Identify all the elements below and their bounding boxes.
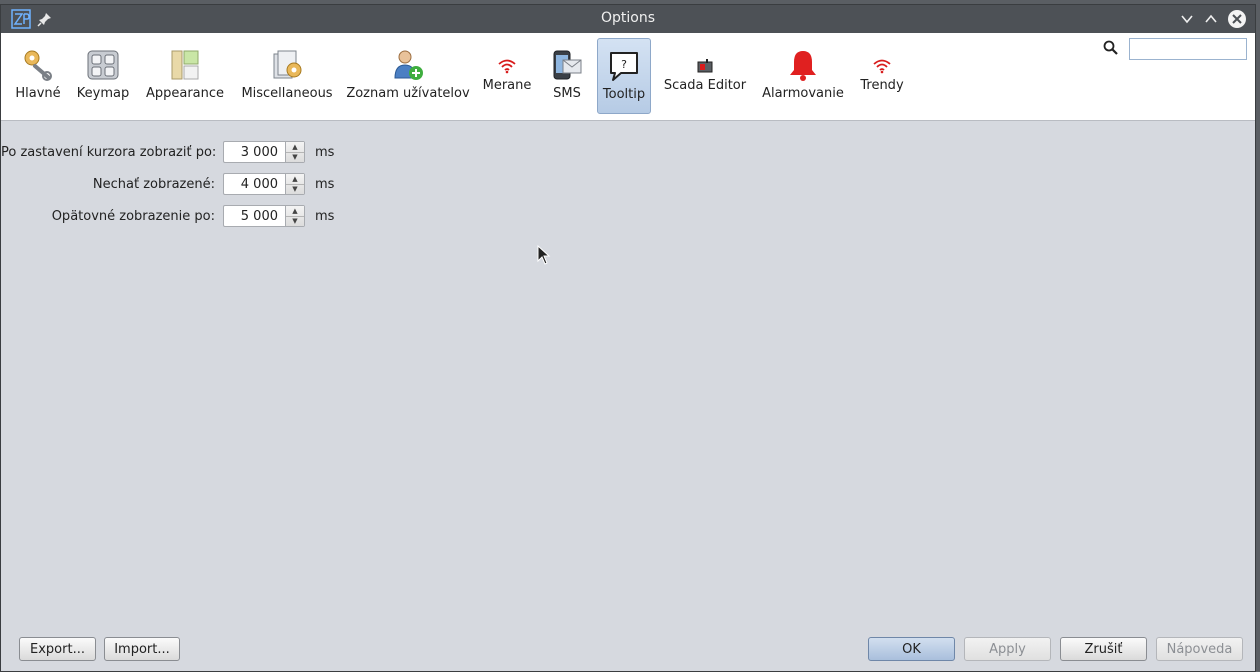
add-user-icon — [394, 50, 423, 80]
category-merane[interactable]: Merane — [479, 38, 535, 114]
import-button[interactable]: Import... — [104, 637, 180, 661]
options-window: Options Hlavné Keymap Appearance Miscell… — [0, 4, 1256, 672]
chevron-down-icon — [1181, 15, 1193, 24]
spinner-down-button[interactable]: ▼ — [286, 184, 304, 194]
wrench-gear-icon — [24, 50, 52, 81]
maximize-button[interactable] — [1201, 9, 1221, 29]
cancel-button[interactable]: Zrušiť — [1060, 637, 1147, 661]
category-scada-editor[interactable]: Scada Editor — [661, 38, 749, 114]
unit-label: ms — [315, 177, 335, 192]
close-icon — [1228, 10, 1246, 28]
category-hlavne[interactable]: Hlavné — [11, 38, 65, 114]
window-title: Options — [600, 10, 656, 26]
dismiss-delay-value[interactable]: 4 000 — [224, 177, 284, 192]
mouse-cursor-icon — [537, 244, 551, 269]
unit-label: ms — [315, 209, 335, 224]
category-sms[interactable]: SMS — [545, 38, 589, 114]
minimize-button[interactable] — [1177, 9, 1197, 29]
apply-button[interactable]: Apply — [964, 637, 1051, 661]
category-toolbar: Hlavné Keymap Appearance Miscellaneous Z… — [1, 33, 1255, 121]
category-tooltip[interactable]: ? Tooltip — [597, 38, 651, 114]
wifi-signal-icon — [873, 59, 891, 74]
chevron-up-icon — [1205, 14, 1217, 23]
dismiss-delay-label: Nechať zobrazené: — [92, 177, 215, 192]
title-bar[interactable]: Options — [1, 5, 1255, 33]
ok-button[interactable]: OK — [868, 637, 955, 661]
tooltip-reshow-delay-row: Opätovné zobrazenie po: 5 000 ▲ ▼ ms — [1, 205, 401, 229]
category-miscellaneous[interactable]: Miscellaneous — [238, 38, 336, 114]
reshow-delay-spinner[interactable]: 5 000 ▲ ▼ — [223, 205, 305, 227]
unit-label: ms — [315, 145, 335, 160]
export-button[interactable]: Export... — [19, 637, 96, 661]
dismiss-delay-spinner[interactable]: 4 000 ▲ ▼ — [223, 173, 305, 195]
category-trendy[interactable]: Trendy — [855, 38, 909, 114]
wifi-signal-icon — [498, 59, 516, 74]
search-icon — [1103, 40, 1119, 56]
category-appearance[interactable]: Appearance — [142, 38, 228, 114]
reshow-delay-value[interactable]: 5 000 — [224, 209, 284, 224]
close-button[interactable] — [1227, 9, 1247, 29]
initial-delay-spinner[interactable]: 3 000 ▲ ▼ — [223, 141, 305, 163]
keyboard-icon — [87, 50, 119, 80]
tooltip-settings-panel: Po zastavení kurzora zobraziť po: 3 000 … — [1, 121, 1255, 635]
initial-delay-value[interactable]: 3 000 — [224, 145, 284, 160]
category-alarmovanie[interactable]: Alarmovanie — [760, 38, 846, 114]
reshow-delay-label: Opätovné zobrazenie po: — [51, 209, 215, 224]
speech-bubble-help-icon: ? — [610, 52, 638, 81]
tooltip-initial-delay-row: Po zastavení kurzora zobraziť po: 3 000 … — [1, 141, 401, 165]
category-keymap[interactable]: Keymap — [73, 38, 133, 114]
alarm-bell-icon — [790, 51, 816, 81]
scada-editor-icon — [697, 59, 713, 73]
initial-delay-label: Po zastavení kurzora zobraziť po: — [1, 145, 217, 160]
spinner-down-button[interactable]: ▼ — [286, 152, 304, 162]
search-input[interactable] — [1129, 38, 1247, 60]
phone-message-icon — [553, 50, 582, 80]
misc-documents-icon — [273, 50, 302, 79]
svg-text:?: ? — [621, 58, 627, 71]
layout-panels-icon — [171, 50, 199, 80]
help-button[interactable]: Nápoveda — [1156, 637, 1243, 661]
spinner-down-button[interactable]: ▼ — [286, 216, 304, 226]
tooltip-dismiss-delay-row: Nechať zobrazené: 4 000 ▲ ▼ ms — [1, 173, 401, 197]
category-zoznam-uzivatelov[interactable]: Zoznam užívatelov — [346, 38, 470, 114]
